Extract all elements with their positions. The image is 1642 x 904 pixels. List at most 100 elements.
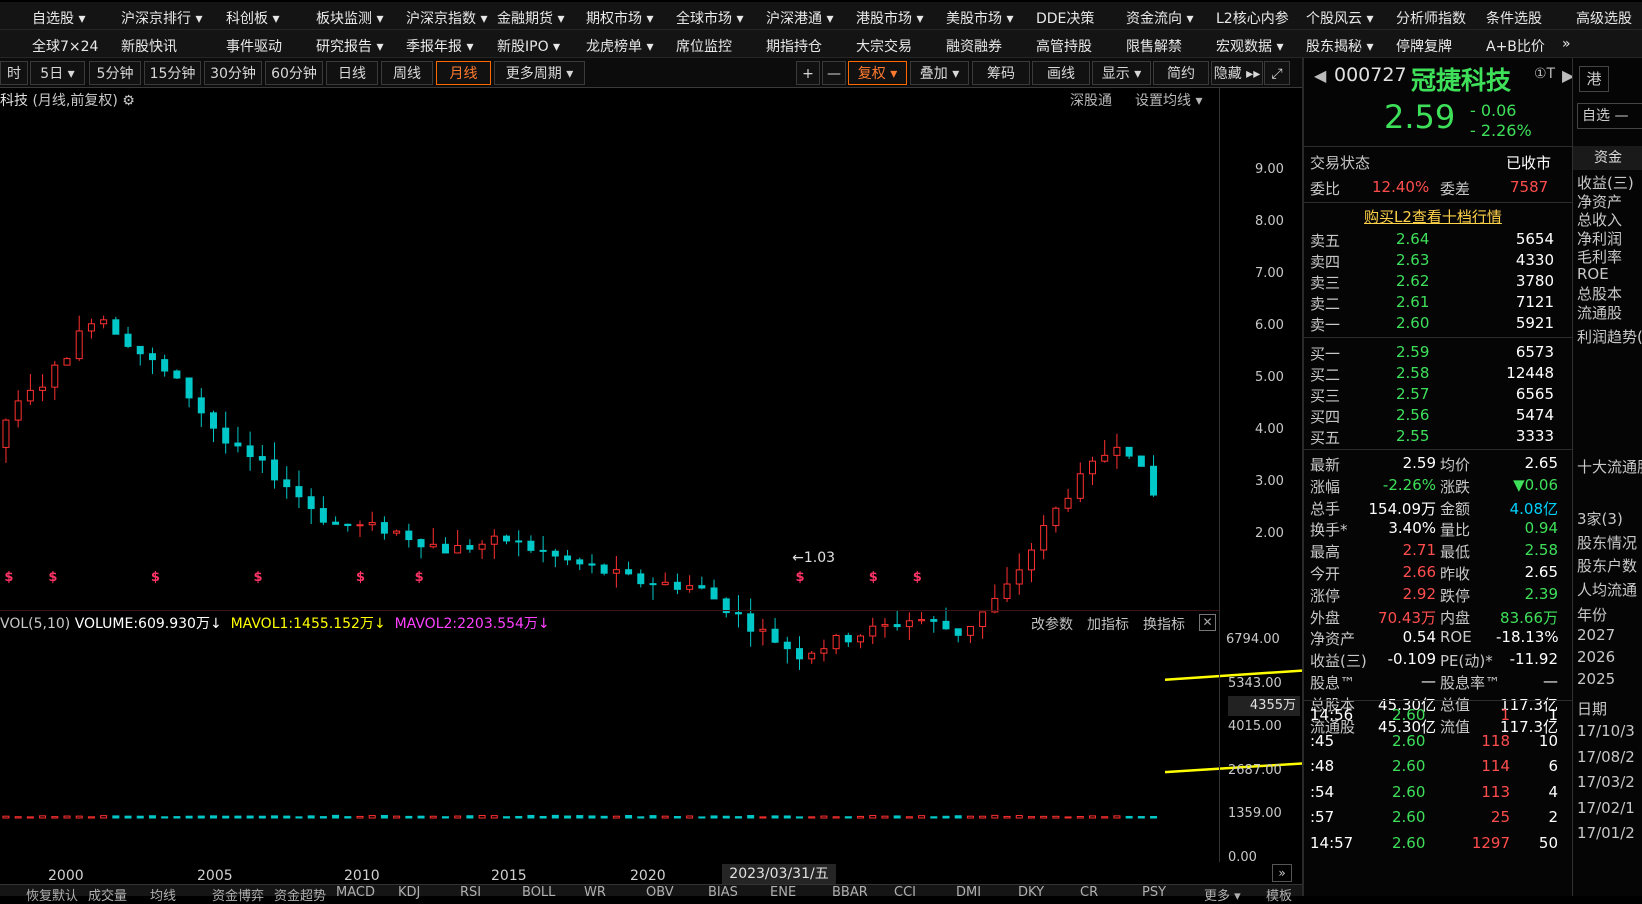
indicator-tab-13[interactable]: BBAR xyxy=(832,885,868,900)
menu2-item-2[interactable]: 事件驱动 xyxy=(226,36,282,56)
period-5[interactable]: 60分钟 xyxy=(265,61,323,85)
menu2-item-15[interactable]: 停牌复牌 xyxy=(1396,36,1452,56)
close-icon[interactable]: ✕ xyxy=(1199,614,1216,631)
indicator-tab-0[interactable]: 恢复默认 xyxy=(26,885,78,904)
period-0[interactable]: 时 xyxy=(0,61,28,85)
kline-chart[interactable]: ←9.41←1.03$$$$$$$$$$$$$$$$榜 xyxy=(0,88,1302,884)
menu1-item-9[interactable]: 港股市场 ▾ xyxy=(856,8,923,28)
indicator-tab-17[interactable]: CR xyxy=(1080,885,1098,900)
volume-bar xyxy=(881,815,889,819)
menu1-item-5[interactable]: 金融期货 ▾ xyxy=(497,8,564,28)
period-2[interactable]: 5分钟 xyxy=(89,61,141,85)
volume-bar xyxy=(637,816,645,819)
indicator-tab-7[interactable]: RSI xyxy=(460,885,481,900)
menu2-item-5[interactable]: 新股IPO ▾ xyxy=(497,36,560,56)
menu1-item-16[interactable]: 条件选股 xyxy=(1486,8,1542,28)
volume-bar xyxy=(527,814,535,819)
menu2-item-14[interactable]: 股东揭秘 ▾ xyxy=(1306,36,1373,56)
hk-market-button[interactable]: 港 xyxy=(1579,66,1609,92)
indicator-tab-5[interactable]: MACD xyxy=(336,885,375,900)
menu1-item-12[interactable]: 资金流向 ▾ xyxy=(1126,8,1193,28)
indicator-tab-1[interactable]: 成交量 xyxy=(88,885,127,904)
menu2-item-11[interactable]: 高管持股 xyxy=(1036,36,1092,56)
indicator-tab-10[interactable]: OBV xyxy=(646,885,674,900)
period-8[interactable]: 月线 xyxy=(436,61,491,85)
tool-4[interactable]: 筹码 xyxy=(972,61,1030,85)
volume-bar xyxy=(344,816,352,819)
change-params-button[interactable]: 改参数 xyxy=(1031,614,1073,634)
indicator-tab-16[interactable]: DKY xyxy=(1018,885,1044,900)
indicator-tab-9[interactable]: WR xyxy=(584,885,606,900)
menu1-item-0[interactable]: 自选股 ▾ xyxy=(32,8,85,28)
menu1-item-11[interactable]: DDE决策 xyxy=(1036,8,1094,28)
tool-6[interactable]: 显示 ▾ xyxy=(1092,61,1151,85)
tab-funds[interactable]: 资金 xyxy=(1573,146,1642,170)
menu2-item-12[interactable]: 限售解禁 xyxy=(1126,36,1182,56)
menu2-item-10[interactable]: 融资融券 xyxy=(946,36,1002,56)
tool-3[interactable]: 叠加 ▾ xyxy=(910,61,969,85)
menu2-item-3[interactable]: 研究报告 ▾ xyxy=(316,36,383,56)
period-4[interactable]: 30分钟 xyxy=(204,61,262,85)
menu1-item-10[interactable]: 美股市场 ▾ xyxy=(946,8,1013,28)
switch-indicator-button[interactable]: 换指标 xyxy=(1143,614,1185,634)
indicator-tab-8[interactable]: BOLL xyxy=(522,885,555,900)
indicator-tab-15[interactable]: DMI xyxy=(956,885,981,900)
tool-5[interactable]: 画线 xyxy=(1032,61,1090,85)
menu1-item-4[interactable]: 沪深京指数 ▾ xyxy=(406,8,487,28)
menu1-item-8[interactable]: 沪深港通 ▾ xyxy=(766,8,833,28)
menu2-item-1[interactable]: 新股快讯 xyxy=(121,36,177,56)
ask-row: 卖五 2.64 5654 xyxy=(1310,230,1554,250)
menu1-item-7[interactable]: 全球市场 ▾ xyxy=(676,8,743,28)
indicator-tab-2[interactable]: 均线 xyxy=(150,885,176,904)
menu2-item-6[interactable]: 龙虎榜单 ▾ xyxy=(586,36,653,56)
tool-1[interactable]: — xyxy=(822,61,846,85)
indicator-tab-4[interactable]: 资金超势 xyxy=(274,885,326,904)
indicator-tab-14[interactable]: CCI xyxy=(894,885,916,900)
scroll-right-icon[interactable]: » xyxy=(1272,864,1292,882)
period-6[interactable]: 日线 xyxy=(326,61,378,85)
menu2-item-9[interactable]: 大宗交易 xyxy=(856,36,912,56)
add-watchlist-button[interactable]: 自选 — xyxy=(1577,103,1642,129)
menu2-item-13[interactable]: 宏观数据 ▾ xyxy=(1216,36,1283,56)
period-7[interactable]: 周线 xyxy=(381,61,433,85)
tool-7[interactable]: 简约 xyxy=(1153,61,1209,85)
period-9[interactable]: 更多周期 ▾ xyxy=(494,61,585,85)
menu1-item-17[interactable]: 高级选股 xyxy=(1576,8,1632,28)
indicator-tab-11[interactable]: BIAS xyxy=(708,885,738,900)
indicator-tab-19[interactable]: 更多 ▾ xyxy=(1204,885,1241,904)
add-indicator-button[interactable]: 加指标 xyxy=(1087,614,1129,634)
menu1-item-3[interactable]: 板块监测 ▾ xyxy=(316,8,383,28)
indicator-tab-3[interactable]: 资金博弈 xyxy=(212,885,264,904)
volume-bar xyxy=(283,815,291,819)
menu1-item-15[interactable]: 分析师指数 xyxy=(1396,8,1466,28)
menu1-item-2[interactable]: 科创板 ▾ xyxy=(226,8,279,28)
menu2-item-16[interactable]: A+B比价 xyxy=(1486,36,1545,56)
menu2-item-7[interactable]: 席位监控 xyxy=(676,36,732,56)
tool-8[interactable]: 隐藏 ▸▸ xyxy=(1211,61,1263,85)
l2-link[interactable]: 购买L2查看十档行情 xyxy=(1364,206,1502,227)
menu1-item-1[interactable]: 沪深京排行 ▾ xyxy=(121,8,202,28)
prev-stock-icon[interactable]: ◀ xyxy=(1314,66,1326,85)
menu2-item-4[interactable]: 季报年报 ▾ xyxy=(406,36,473,56)
indicator-tab-20[interactable]: 模板 xyxy=(1266,885,1292,904)
indicator-tab-18[interactable]: PSY xyxy=(1142,885,1166,900)
menu1-item-6[interactable]: 期权市场 ▾ xyxy=(586,8,653,28)
tool-9[interactable]: ⤢ xyxy=(1264,61,1290,85)
x-tick: 2020 xyxy=(630,868,666,884)
candle-body xyxy=(87,323,95,332)
indicator-tab-12[interactable]: ENE xyxy=(770,885,796,900)
tool-2[interactable]: 复权 ▾ xyxy=(848,61,907,85)
tick-row: 14:56 2.60 1 1 xyxy=(1310,706,1558,724)
menu2-item-8[interactable]: 期指持仓 xyxy=(766,36,822,56)
menu2-item-0[interactable]: 全球7×24 xyxy=(32,36,98,56)
period-3[interactable]: 15分钟 xyxy=(144,61,201,85)
tool-0[interactable]: + xyxy=(796,61,820,85)
year-item: 2026 xyxy=(1577,648,1616,666)
menu1-item-13[interactable]: L2核心内参 xyxy=(1216,8,1289,28)
stock-name: 冠捷科技 xyxy=(1411,66,1512,95)
menu1-item-14[interactable]: 个股风云 ▾ xyxy=(1306,8,1373,28)
menu2-item-17[interactable]: » xyxy=(1562,36,1571,52)
candle-body xyxy=(600,564,608,574)
indicator-tab-6[interactable]: KDJ xyxy=(398,885,420,900)
period-1[interactable]: 5日 ▾ xyxy=(30,61,85,85)
